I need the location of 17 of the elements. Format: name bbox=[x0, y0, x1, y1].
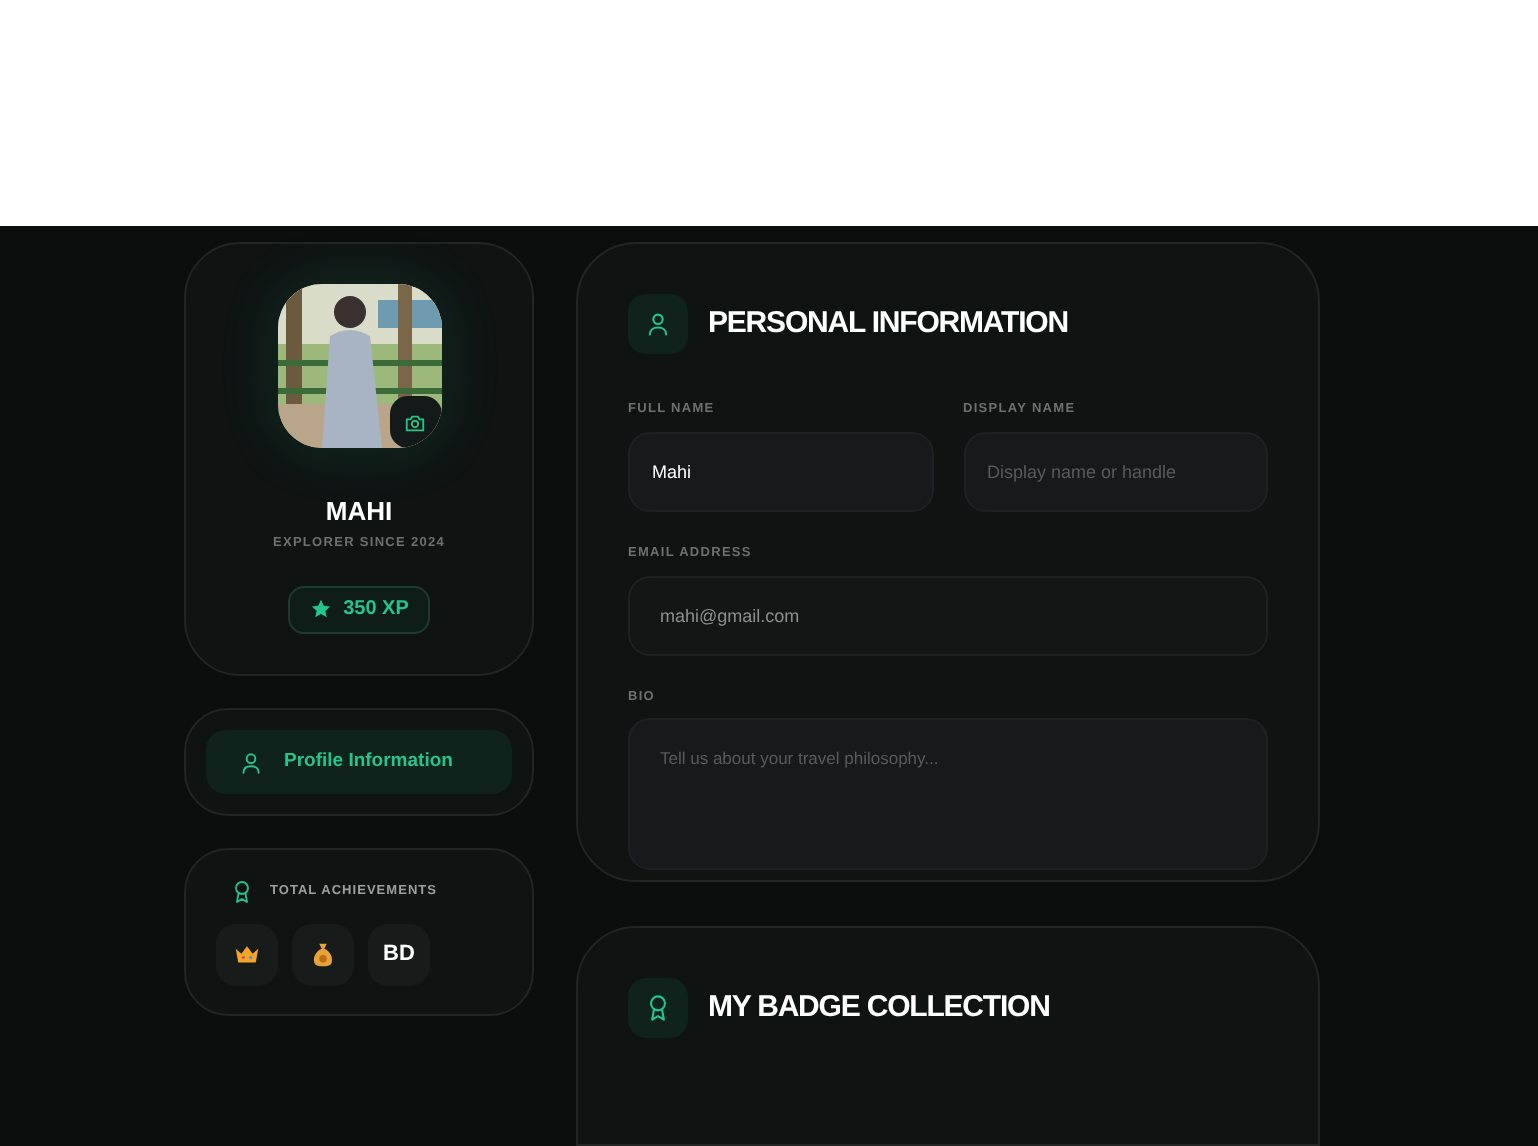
award-icon bbox=[230, 878, 254, 906]
camera-button[interactable] bbox=[389, 396, 441, 448]
user-icon bbox=[644, 310, 672, 338]
star-icon bbox=[309, 598, 332, 620]
money-bag-icon bbox=[308, 940, 338, 970]
badge-initials: BD bbox=[383, 940, 415, 971]
profile-name: MAHI bbox=[325, 498, 393, 524]
award-icon bbox=[644, 993, 672, 1022]
xp-badge: 350 XP bbox=[287, 585, 431, 633]
input-field[interactable]: Display name or handle bbox=[963, 431, 1268, 512]
input-field[interactable]: Mahi bbox=[628, 431, 933, 512]
bio-field[interactable]: Tell us about your travel philosophy... bbox=[628, 718, 1268, 871]
nav-tab[interactable]: Profile Information bbox=[206, 730, 512, 794]
camera-icon bbox=[404, 411, 426, 433]
user-icon bbox=[238, 749, 264, 775]
section-title: MY BADGE COLLECTION bbox=[708, 987, 1050, 1028]
section-title: PERSONAL INFORMATION bbox=[708, 303, 1068, 344]
